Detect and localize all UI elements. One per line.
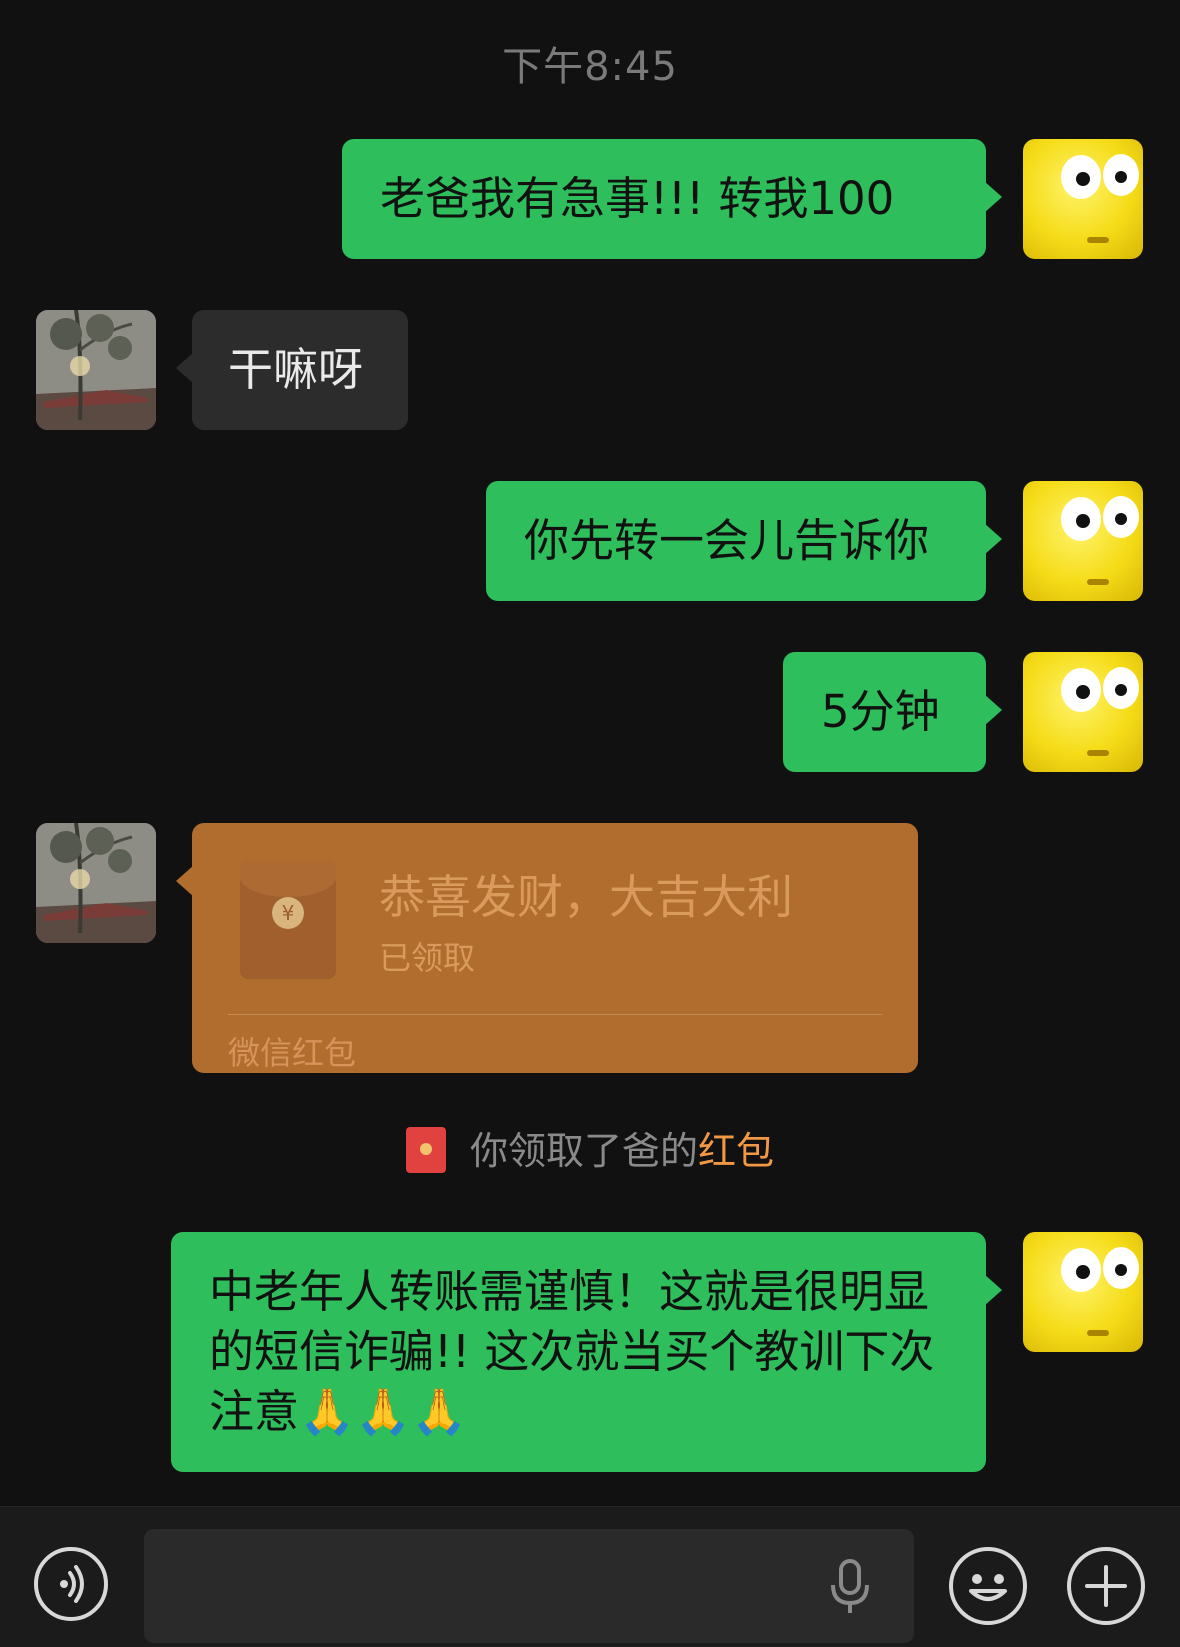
timestamp: 下午8:45 [502,44,678,90]
dad-avatar[interactable] [36,823,156,943]
coin-icon: ¥ [272,897,304,929]
my-avatar-icon [1061,1247,1139,1336]
system-notice: 你领取了爸的红包 [0,1120,1180,1177]
red-packet-title: 恭喜发财，大吉大利 [379,870,793,924]
chat-area: 下午8:45 老爸我有急事!!! 转我100 干嘛呀 你先转一会儿告诉你 5分钟… [0,0,1180,1506]
red-packet-link[interactable]: 红包 [698,1129,774,1173]
red-packet-mini-icon [405,1126,446,1173]
outgoing-message-bubble[interactable]: 中老年人转账需谨慎！这就是很明显的短信诈骗!! 这次就当买个教训下次注意🙏🙏🙏 [171,1232,1002,1472]
more-button[interactable] [1067,1547,1145,1625]
my-avatar[interactable] [1023,1232,1143,1352]
message-input[interactable] [144,1529,914,1643]
red-packet-flap [240,861,336,897]
dad-avatar-image [36,310,156,430]
dad-avatar[interactable] [36,310,156,430]
my-avatar[interactable] [1023,139,1143,259]
notice-text: 你领取了爸的 [469,1129,698,1173]
dad-avatar-image [36,823,156,943]
message-text: 中老年人转账需谨慎！这就是很明显的短信诈骗!! 这次就当买个教训下次注意🙏🙏🙏 [209,1265,935,1438]
incoming-message-bubble[interactable]: 干嘛呀 [176,310,408,430]
microphone-icon[interactable] [828,1559,872,1615]
message-text: 你先转一会儿告诉你 [524,514,930,567]
voice-toggle-button[interactable] [34,1547,108,1621]
my-avatar-icon [1061,496,1139,585]
outgoing-message-bubble[interactable]: 5分钟 [783,652,1002,772]
message-text: 5分钟 [821,685,940,738]
message-text: 干嘛呀 [228,343,364,396]
my-avatar[interactable] [1023,481,1143,601]
input-bar [0,1506,1180,1647]
voice-icon [60,1565,84,1603]
message-text: 老爸我有急事!!! 转我100 [380,172,895,225]
outgoing-message-bubble[interactable]: 你先转一会儿告诉你 [486,481,1002,601]
my-avatar-icon [1061,154,1139,243]
red-packet-icon: ¥ [240,861,336,979]
outgoing-message-bubble[interactable]: 老爸我有急事!!! 转我100 [342,139,1002,259]
my-avatar[interactable] [1023,652,1143,772]
red-packet-footer: 微信红包 [228,1034,357,1072]
red-packet-status: 已领取 [379,939,476,977]
my-avatar-icon [1061,667,1139,756]
red-packet-card[interactable]: ¥ 恭喜发财，大吉大利 已领取 微信红包 [176,823,918,1073]
emoji-button[interactable] [949,1547,1027,1625]
plus-icon [1085,1565,1127,1607]
red-packet-divider [228,1014,882,1015]
emoji-icon [969,1574,1007,1601]
